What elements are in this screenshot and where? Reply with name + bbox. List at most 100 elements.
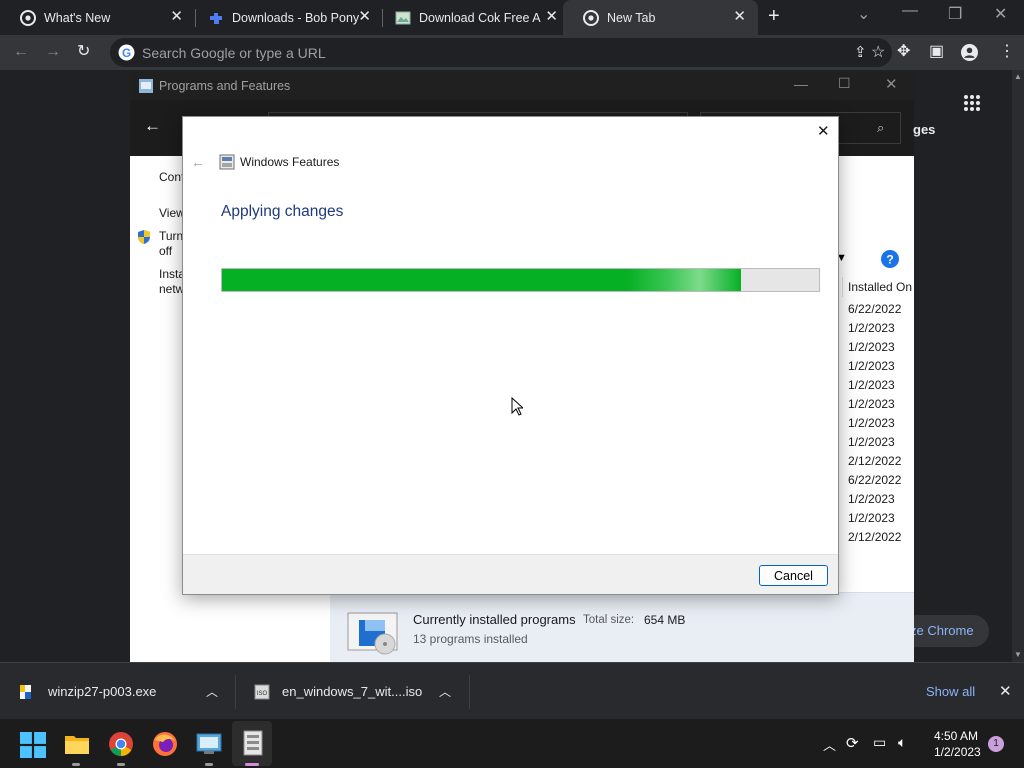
chrome-menu-icon[interactable]: ⋮ bbox=[999, 43, 1015, 61]
status-title: Currently installed programs bbox=[413, 612, 576, 627]
view-updates-link[interactable]: View bbox=[159, 206, 185, 221]
total-size-value: 654 MB bbox=[644, 613, 686, 627]
clock-date[interactable]: 1/2/2023 bbox=[934, 745, 981, 759]
close-icon[interactable]: ✕ bbox=[733, 9, 746, 25]
omnibox-placeholder: Search Google or type a URL bbox=[142, 45, 326, 61]
chrome-tab-strip: What's New ✕ Downloads - Bob Pony ✕ Down… bbox=[0, 0, 1024, 35]
tab-new-tab[interactable]: New Tab ✕ bbox=[563, 0, 758, 35]
close-button[interactable]: ✕ bbox=[885, 75, 898, 93]
volume-icon[interactable]: 🔈︎ bbox=[898, 734, 906, 751]
profile-avatar-icon[interactable] bbox=[961, 44, 978, 61]
mouse-cursor-icon bbox=[511, 397, 523, 416]
google-g-icon: G bbox=[118, 44, 135, 61]
installed-date: 1/2/2023 bbox=[848, 511, 895, 525]
tab-whats-new[interactable]: What's New ✕ bbox=[0, 0, 195, 35]
network-icon[interactable]: ▭ bbox=[873, 734, 886, 751]
column-header-installed-on[interactable]: Installed On bbox=[842, 277, 914, 297]
close-icon[interactable]: ✕ bbox=[170, 9, 183, 25]
svg-text:G: G bbox=[122, 47, 131, 60]
help-icon[interactable]: ? bbox=[881, 250, 899, 268]
installed-date: 6/22/2022 bbox=[848, 302, 902, 316]
download-filename: en_windows_7_wit....iso bbox=[282, 684, 423, 699]
pf-status-bar: Currently installed programs Total size:… bbox=[330, 592, 914, 662]
installed-date: 1/2/2023 bbox=[848, 397, 895, 411]
installed-date: 1/2/2023 bbox=[848, 492, 895, 506]
column-header-label: Installed On bbox=[848, 280, 913, 294]
chevron-up-icon[interactable]: ︿ bbox=[823, 735, 836, 754]
turn-features-link[interactable]: Turn bbox=[159, 229, 183, 244]
back-arrow-icon[interactable]: ← bbox=[13, 43, 29, 61]
pf-title-bar: Programs and Features — ☐ ✕ bbox=[130, 72, 914, 100]
tab-search-icon[interactable]: ⌄ bbox=[857, 4, 870, 24]
total-size-label: Total size: bbox=[583, 614, 635, 626]
installed-date: 1/2/2023 bbox=[848, 378, 895, 392]
share-icon[interactable]: ⇪ bbox=[854, 43, 867, 61]
back-arrow-icon[interactable]: ← bbox=[144, 116, 161, 136]
turn-features-link-2[interactable]: off bbox=[159, 244, 172, 259]
tab-label: Download Cok Free Au bbox=[419, 10, 541, 25]
omnibox[interactable]: G Search Google or type a URL ⇪ ☆ bbox=[110, 38, 892, 67]
page-scrollbar[interactable]: ▲ ▼ bbox=[1012, 70, 1024, 662]
maximize-button[interactable]: ☐ bbox=[838, 75, 851, 92]
file-explorer-icon[interactable] bbox=[64, 731, 90, 757]
show-all-link[interactable]: Show all bbox=[926, 684, 975, 699]
svg-text:ISO: ISO bbox=[257, 691, 268, 697]
installed-programs-icon bbox=[347, 612, 398, 655]
tab-label: Downloads - Bob Pony bbox=[232, 10, 360, 25]
close-button[interactable]: ✕ bbox=[817, 122, 830, 140]
installed-date: 1/2/2023 bbox=[848, 340, 895, 354]
windows-features-app-icon[interactable] bbox=[240, 730, 266, 756]
install-network-link-2[interactable]: netw bbox=[159, 282, 184, 297]
side-panel-icon[interactable]: ▣ bbox=[929, 43, 944, 61]
reload-icon[interactable]: ↻ bbox=[77, 43, 90, 61]
close-window-button[interactable]: ✕ bbox=[994, 4, 1007, 24]
svg-text:?: ? bbox=[886, 253, 893, 267]
minimize-button[interactable]: — bbox=[902, 2, 918, 20]
new-tab-button[interactable]: + bbox=[768, 6, 780, 26]
tab-download-cok[interactable]: Download Cok Free Au ✕ bbox=[375, 0, 570, 35]
download-item[interactable]: ISO en_windows_7_wit....iso ︿ bbox=[254, 663, 469, 720]
installed-date: 6/22/2022 bbox=[848, 473, 902, 487]
installed-date: 1/2/2023 bbox=[848, 435, 895, 449]
windows-features-dialog: ✕ ← Windows Features Applying changes Ca… bbox=[182, 116, 839, 595]
close-icon[interactable]: ✕ bbox=[545, 9, 558, 25]
progress-bar bbox=[221, 268, 820, 292]
cancel-button[interactable]: Cancel bbox=[759, 565, 828, 586]
chevron-up-icon[interactable]: ︿ bbox=[206, 683, 218, 700]
control-panel-icon bbox=[139, 79, 153, 93]
installed-date: 1/2/2023 bbox=[848, 359, 895, 373]
close-icon[interactable]: ✕ bbox=[999, 682, 1012, 700]
tab-downloads-bob-pony[interactable]: Downloads - Bob Pony ✕ bbox=[188, 0, 383, 35]
firefox-icon[interactable] bbox=[152, 731, 178, 757]
taskbar: ︿ ⟳ ▭ 🔈︎ 4:50 AM 1/2/2023 1 bbox=[0, 719, 1024, 768]
search-icon: ⌕ bbox=[877, 120, 885, 135]
uac-shield-icon bbox=[138, 230, 150, 244]
installed-date: 2/12/2022 bbox=[848, 530, 902, 544]
update-icon[interactable]: ⟳ bbox=[846, 734, 859, 752]
restore-button[interactable]: ❐ bbox=[948, 4, 962, 24]
close-icon[interactable]: ✕ bbox=[358, 9, 371, 25]
downloads-bar: winzip27-p003.exe ︿ ISO en_windows_7_wit… bbox=[0, 662, 1024, 719]
extensions-puzzle-icon[interactable]: ✥ bbox=[897, 43, 910, 61]
clock-time[interactable]: 4:50 AM bbox=[934, 729, 978, 743]
notification-badge[interactable]: 1 bbox=[988, 736, 1004, 752]
windows-start-icon[interactable] bbox=[20, 732, 46, 758]
scroll-down-icon[interactable]: ▼ bbox=[1014, 650, 1022, 659]
progress-fill bbox=[222, 269, 742, 291]
back-arrow-icon[interactable]: ← bbox=[191, 154, 205, 170]
chrome-icon bbox=[583, 9, 599, 26]
minimize-button[interactable]: — bbox=[794, 76, 808, 92]
bookmark-star-icon[interactable]: ☆ bbox=[871, 42, 885, 62]
winzip-file-icon bbox=[20, 684, 31, 699]
image-icon bbox=[395, 11, 411, 24]
download-item[interactable]: winzip27-p003.exe ︿ bbox=[18, 663, 234, 720]
installed-date: 1/2/2023 bbox=[848, 416, 895, 430]
forward-arrow-icon[interactable]: → bbox=[45, 43, 61, 61]
chrome-icon[interactable] bbox=[108, 731, 134, 757]
control-panel-home-link[interactable]: Cont bbox=[159, 170, 184, 185]
scroll-up-icon[interactable]: ▲ bbox=[1014, 72, 1022, 81]
installed-date: 2/12/2022 bbox=[848, 454, 902, 468]
google-apps-icon[interactable] bbox=[963, 94, 983, 114]
control-panel-icon[interactable] bbox=[196, 731, 222, 757]
chevron-up-icon[interactable]: ︿ bbox=[439, 683, 451, 700]
